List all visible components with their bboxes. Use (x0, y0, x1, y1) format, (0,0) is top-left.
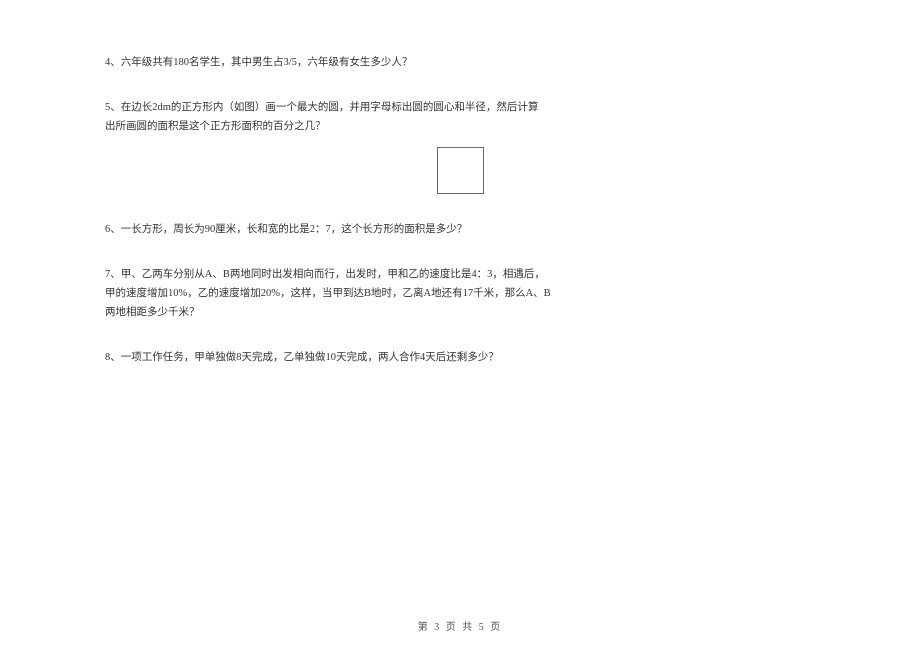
question-7: 7、甲、乙两车分别从A、B两地同时出发相向而行，出发时，甲和乙的速度比是4：3，… (105, 267, 815, 321)
question-4: 4、六年级共有180名学生，其中男生占3/5，六年级有女生多少人？ (105, 55, 815, 72)
question-6-text: 6、一长方形，周长为90厘米，长和宽的比是2：7，这个长方形的面积是多少？ (105, 222, 815, 239)
square-figure (437, 147, 484, 194)
question-7-line1: 7、甲、乙两车分别从A、B两地同时出发相向而行，出发时，甲和乙的速度比是4：3，… (105, 267, 815, 284)
question-8: 8、一项工作任务，甲单独做8天完成，乙单独做10天完成，两人合作4天后还剩多少？ (105, 350, 815, 367)
question-6: 6、一长方形，周长为90厘米，长和宽的比是2：7，这个长方形的面积是多少？ (105, 222, 815, 239)
question-4-text: 4、六年级共有180名学生，其中男生占3/5，六年级有女生多少人？ (105, 55, 815, 72)
question-5-line2: 出所画圆的面积是这个正方形面积的百分之几？ (105, 119, 815, 136)
question-7-line2: 甲的速度增加10%，乙的速度增加20%，这样，当甲到达B地时，乙离A地还有17千… (105, 286, 815, 303)
question-8-text: 8、一项工作任务，甲单独做8天完成，乙单独做10天完成，两人合作4天后还剩多少？ (105, 350, 815, 367)
question-7-line3: 两地相距多少千米？ (105, 305, 815, 322)
page-footer: 第 3 页 共 5 页 (0, 620, 920, 636)
question-5-line1: 5、在边长2dm的正方形内（如图）画一个最大的圆，并用字母标出圆的圆心和半径，然… (105, 100, 815, 117)
question-5: 5、在边长2dm的正方形内（如图）画一个最大的圆，并用字母标出圆的圆心和半径，然… (105, 100, 815, 195)
